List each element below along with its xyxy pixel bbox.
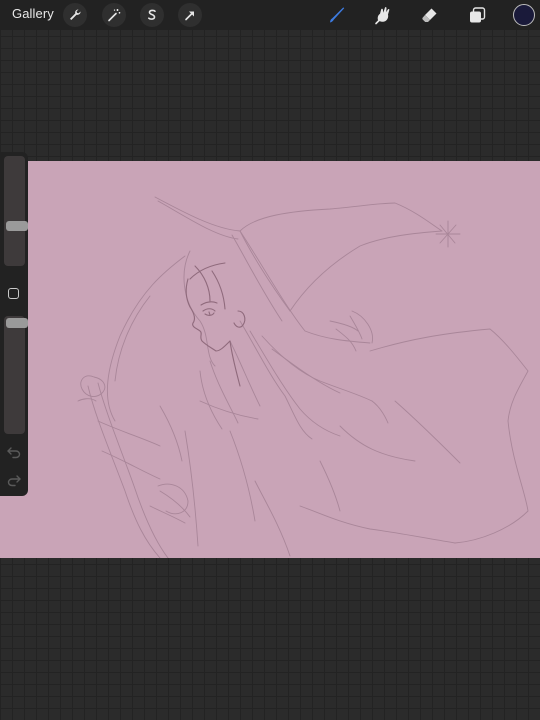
magic-wand-icon: [108, 9, 121, 22]
modify-square-icon[interactable]: [8, 288, 19, 299]
opacity-slider[interactable]: [4, 316, 28, 434]
smudge-icon: [375, 7, 390, 25]
selection-button[interactable]: [140, 3, 164, 27]
brush-icon: [330, 7, 345, 23]
color-picker-swatch[interactable]: [513, 4, 535, 26]
opacity-knob[interactable]: [6, 318, 28, 328]
canvas-background: [0, 161, 540, 558]
procreate-app: Gallery: [0, 0, 540, 720]
brush-tool-button[interactable]: [326, 4, 348, 26]
witch-sketch-artwork: [0, 161, 540, 558]
top-toolbar: Gallery: [0, 0, 540, 30]
adjustments-button[interactable]: [102, 3, 126, 27]
smudge-tool-button[interactable]: [372, 4, 394, 26]
transform-button[interactable]: [178, 3, 202, 27]
eraser-icon: [422, 8, 437, 22]
selection-s-icon: [148, 9, 156, 20]
redo-icon[interactable]: [6, 473, 22, 487]
brush-size-knob[interactable]: [6, 221, 28, 231]
layers-icon: [470, 7, 486, 23]
gallery-button[interactable]: Gallery: [12, 6, 54, 21]
layers-button[interactable]: [466, 4, 488, 26]
drawing-canvas[interactable]: [0, 161, 540, 558]
brush-size-slider[interactable]: [4, 156, 28, 266]
sidebar: [0, 152, 28, 496]
eraser-tool-button[interactable]: [419, 4, 441, 26]
wrench-icon: [70, 9, 81, 20]
undo-icon[interactable]: [6, 445, 22, 459]
transform-arrow-icon: [185, 11, 194, 21]
actions-wrench-button[interactable]: [63, 3, 87, 27]
